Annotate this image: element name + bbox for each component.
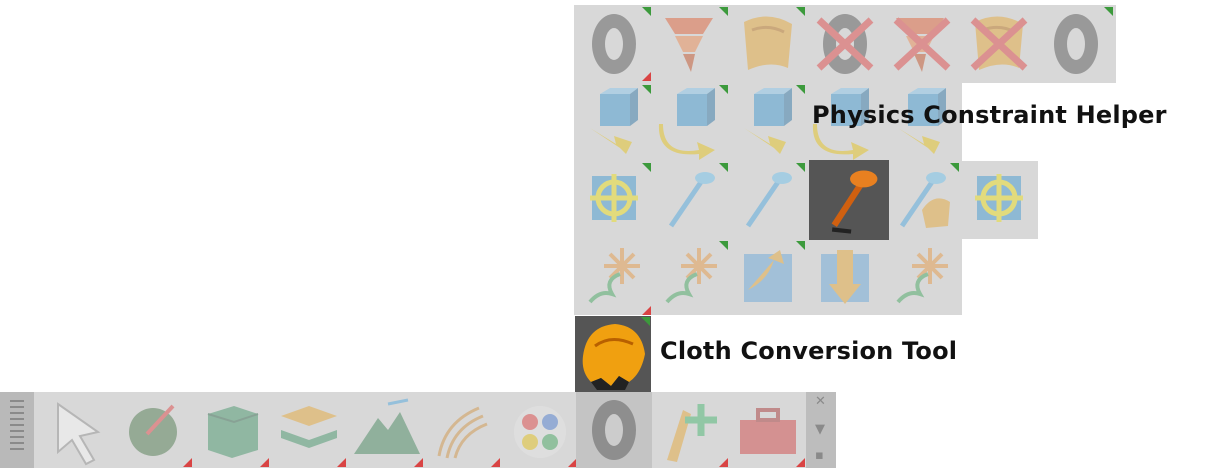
cloth-patch-arrow-tool-button[interactable]: [730, 240, 806, 316]
layers-icon: [271, 392, 347, 468]
tire-icon: [576, 392, 652, 468]
remove-tire-tool-button[interactable]: [807, 6, 883, 82]
cloth-cross-icon: [961, 6, 1037, 82]
tire-tool-button-2[interactable]: [1038, 6, 1114, 82]
pin-2-tool-button[interactable]: [730, 162, 806, 238]
layers-tool-button[interactable]: [271, 392, 347, 468]
tire-icon: [576, 6, 652, 82]
flower-spring-tool-button[interactable]: [576, 240, 652, 316]
shelf-grip-handle[interactable]: [0, 392, 34, 468]
cube-green-icon: [194, 392, 270, 468]
cube-orange-arrow-icon: [730, 84, 806, 160]
crosshair-cube-tool-button-2[interactable]: [961, 162, 1037, 238]
tire-tool-button[interactable]: [576, 6, 652, 82]
flower-spring-icon: [653, 240, 729, 316]
physics-constraint-tooltip: Physics Constraint Helper: [812, 101, 1167, 129]
tire-cross-icon: [807, 6, 883, 82]
shelf-scroll-control[interactable]: ✕ ▼ ▪: [806, 392, 836, 468]
crosshair-cube-tool-button[interactable]: [576, 162, 652, 238]
color-palette-icon: [502, 392, 578, 468]
cloth-patch-down-tool-button[interactable]: [807, 240, 883, 316]
cube-crosshair-icon: [961, 162, 1037, 238]
nail-tool-button-selected[interactable]: [809, 160, 889, 240]
sculpt-tool-button[interactable]: [117, 392, 193, 468]
cloth-conversion-icon: [575, 316, 651, 392]
cube-crosshair-icon: [576, 162, 652, 238]
cube-orange-arrow-tool-button[interactable]: [730, 84, 806, 160]
create-tool-button[interactable]: [653, 392, 729, 468]
tire-icon: [1038, 6, 1114, 82]
mountain-icon: [348, 392, 424, 468]
flower-spring-tool-button-2[interactable]: [653, 240, 729, 316]
nail-icon: [809, 160, 889, 240]
chevron-down-icon[interactable]: ▼: [815, 422, 825, 437]
terrain-tool-button[interactable]: [348, 392, 424, 468]
cube-drop-tool-button[interactable]: [576, 84, 652, 160]
cloth-tool-button[interactable]: [730, 6, 806, 82]
toolbox-button[interactable]: [730, 392, 806, 468]
hair-tool-button[interactable]: [425, 392, 501, 468]
flower-spring-icon: [884, 240, 960, 316]
cloth-patch-arrow-icon: [730, 240, 806, 316]
remove-cloth-tool-button[interactable]: [961, 6, 1037, 82]
cube-down-arrow-icon: [576, 84, 652, 160]
pin-1-icon: [653, 162, 729, 238]
flower-spring-icon: [576, 240, 652, 316]
cloth-icon: [730, 6, 806, 82]
toolbox-icon: [730, 392, 806, 468]
cube-rotate-tool-button[interactable]: [653, 84, 729, 160]
sphere-pen-icon: [117, 392, 193, 468]
close-icon[interactable]: ✕: [815, 394, 826, 409]
remove-tornado-tool-button[interactable]: [884, 6, 960, 82]
resize-icon[interactable]: ▪: [815, 448, 824, 463]
cloth-conversion-button[interactable]: [575, 316, 651, 392]
pin-2-icon: [730, 162, 806, 238]
hair-icon: [425, 392, 501, 468]
pencil-plus-icon: [653, 392, 729, 468]
select-tool-button[interactable]: [40, 392, 116, 468]
tornado-icon: [653, 6, 729, 82]
simulation-tool-button[interactable]: [576, 392, 652, 468]
arrow-select-icon: [40, 392, 116, 468]
flower-spring-tool-button-3[interactable]: [884, 240, 960, 316]
tornado-cross-icon: [884, 6, 960, 82]
color-tool-button[interactable]: [502, 392, 578, 468]
tornado-tool-button[interactable]: [653, 6, 729, 82]
polygon-tool-button[interactable]: [194, 392, 270, 468]
pin-hand-tool-button[interactable]: [884, 162, 960, 238]
pin-hand-icon: [884, 162, 960, 238]
cloth-patch-down-icon: [807, 240, 883, 316]
cube-rotate-arrow-icon: [653, 84, 729, 160]
pin-1-tool-button[interactable]: [653, 162, 729, 238]
cloth-conversion-tooltip: Cloth Conversion Tool: [660, 337, 958, 365]
